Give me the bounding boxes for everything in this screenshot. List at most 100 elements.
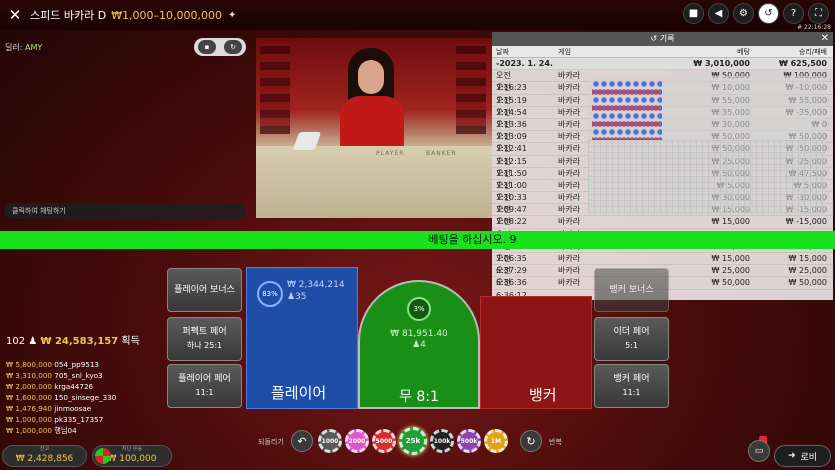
fullscreen-icon[interactable]: ⛶ (808, 3, 829, 24)
history-time: 오전 6:37:29 (496, 254, 527, 276)
chat-icon[interactable]: ▭ (748, 440, 770, 462)
history-bet: ₩ 15,000 (711, 254, 750, 263)
history-result: ₩ 25,000 (788, 266, 827, 276)
history-time: 오전 7:13:09 (496, 119, 527, 142)
history-result: ₩ -15,000 (785, 217, 827, 227)
undo-label: 되돌리기 (258, 438, 284, 446)
history-date: -2023. 1. 24. (496, 59, 553, 68)
video-controls: ▪ ↻ (194, 38, 246, 56)
repeat-label: 반복 (549, 438, 562, 446)
history-time: 오전 7:11:50 (496, 156, 527, 178)
history-row[interactable]: 오전 6:37:29 바카라 ₩ 15,000 ₩ 15,000 (492, 253, 833, 276)
history-time: 오전 7:14:54 (496, 95, 527, 117)
history-panel: ↺ 기록 ✕ 날짜 게임 베팅 승리/패배 -2023. 1. 24. ₩ 3,… (492, 32, 833, 300)
perfect-pair-button[interactable]: 퍼펙트 페어 하나 25:1 (167, 317, 242, 361)
video-window (456, 44, 486, 134)
history-time: 오전 7:12:41 (496, 132, 527, 154)
history-date-result: ₩ 625,500 (778, 59, 827, 68)
winners-list: ₩ 5,800,000 054_pp9513 ₩ 3,310,000 705_sn… (6, 359, 116, 436)
chip-500k[interactable]: 500k (457, 429, 481, 453)
chip-2000[interactable]: 2000 (345, 429, 369, 453)
perfect-pair-odds: 하나 25:1 (186, 341, 223, 350)
lobby-arrow-icon: ➜ (787, 451, 796, 461)
winner-user: 150_sinsege_330 (54, 393, 117, 402)
video-window (260, 44, 290, 134)
history-time: 오전 7:10:33 (496, 180, 527, 203)
either-pair-button[interactable]: 이더 페어 5:1 (594, 317, 669, 361)
banker-pair-button[interactable]: 뱅커 페어 11:1 (594, 364, 669, 408)
winner-entry: ₩ 1,000,000 행님04 (6, 425, 116, 436)
tie-bettor-count: ♟4 (412, 340, 426, 350)
chat-toggle-icon[interactable]: ▪ (198, 40, 216, 54)
lobby-label: 로비 (800, 452, 818, 463)
chip-25k[interactable]: 25k (399, 427, 427, 455)
video-icon[interactable]: ■ (683, 3, 704, 24)
repeat-icon[interactable]: ↻ (520, 430, 542, 452)
history-icon: ↺ (650, 34, 660, 43)
gear-icon[interactable]: ⚙ (733, 3, 754, 24)
history-time: 오전 7:16:23 (496, 71, 527, 93)
history-header: ↺ 기록 ✕ (492, 32, 833, 46)
winner-amount: ₩ 1,000,000 (6, 426, 52, 435)
player-pair-button[interactable]: 플레이어 페어 11:1 (167, 364, 242, 408)
chip-100k[interactable]: 100k (430, 429, 454, 453)
chips-icon (95, 448, 111, 464)
help-icon[interactable]: ? (783, 3, 804, 24)
close-icon[interactable]: ✕ (821, 32, 829, 46)
history-time: 오전 7:07:29 (496, 217, 527, 238)
history-result: ₩ 50,000 (788, 278, 827, 288)
winner-user: pk335_17357 (54, 415, 104, 424)
winner-entry: ₩ 1,600,000 150_sinsege_330 (6, 392, 116, 403)
history-game: 바카라 (558, 217, 581, 227)
clock: # 22:16:28 (797, 24, 831, 31)
player-pair-odds: 11:1 (195, 388, 214, 397)
chip-1M[interactable]: 1M (484, 429, 508, 453)
history-date-row[interactable]: -2023. 1. 24. ₩ 3,010,000 ₩ 625,500 (492, 58, 833, 71)
speaker-icon[interactable]: ◀ (708, 3, 729, 24)
history-columns: 날짜 게임 베팅 승리/패배 (492, 46, 833, 58)
player-bonus-button[interactable]: 플레이어 보너스 (167, 268, 242, 312)
refresh-icon[interactable]: ↻ (224, 40, 242, 54)
winner-entry: ₩ 1,476,940 jinmoosae (6, 403, 116, 414)
history-time: 오전 6:36:12 (496, 278, 527, 299)
felt-banker-text: BANKER (426, 150, 457, 157)
winner-user: 054_pp9513 (54, 360, 100, 369)
player-bet-zone[interactable]: 83% ₩ 2,344,214 ♟35 플레이어 (246, 267, 358, 409)
tie-bet-zone[interactable]: 3% ₩ 81,951.40 ♟4 무 8:1 (358, 280, 480, 409)
history-date-bet: ₩ 3,010,000 (693, 59, 750, 68)
balance-label: 잔고 (39, 446, 50, 452)
banker-bet-zone[interactable]: 뱅커 (480, 296, 592, 409)
pin-icon[interactable]: ✦ (228, 10, 236, 21)
lobby-button[interactable]: ➜ 로비 (774, 445, 831, 467)
banker-label: 뱅커 (529, 386, 557, 404)
banker-bonus-button[interactable]: 뱅커 보너스 (594, 268, 669, 312)
player-percentage: 83% (257, 281, 283, 307)
winner-entry: ₩ 5,800,000 054_pp9513 (6, 359, 116, 370)
player-pair-label: 플레이어 페어 (178, 374, 231, 384)
chat-input[interactable]: 클릭하여 채팅하기 (4, 203, 246, 219)
history-result: ₩ 15,000 (788, 254, 827, 263)
history-time: 오전 7:09:47 (496, 193, 527, 215)
winner-count: 102 (6, 336, 26, 347)
chip-1000[interactable]: 1000 (318, 429, 342, 453)
col-result: 승리/패배 (798, 48, 827, 56)
top-bar: ✕ 스피드 바카라 D ₩1,000–10,000,000 ✦ ■ ◀ ⚙ ↺ … (0, 0, 835, 31)
dealer-face (358, 60, 384, 94)
winner-amount: ₩ 5,800,000 (6, 360, 52, 369)
chip-5000[interactable]: 5000 (372, 429, 396, 453)
history-icon[interactable]: ↺ (758, 3, 779, 24)
dealer-prefix: 딜러: (5, 43, 23, 52)
tie-total-amount: ₩ 81,951.40 (390, 329, 448, 339)
game-title: 스피드 바카라 D (30, 9, 107, 22)
close-icon[interactable]: ✕ (4, 4, 26, 26)
winner-entry: ₩ 2,000,000 krga44726 (6, 381, 116, 392)
person-icon: ♟ (412, 340, 421, 350)
history-time: 오전 6:36:36 (496, 266, 527, 288)
history-time: 오전 7:13:36 (496, 107, 527, 129)
undo-icon[interactable]: ↶ (291, 430, 313, 452)
history-bet: ₩ 15,000 (711, 217, 750, 227)
bet-limits: ₩1,000–10,000,000 (111, 8, 223, 22)
col-game: 게임 (558, 48, 571, 56)
history-row[interactable]: 오전 7:07:29 바카라 ₩ 15,000 ₩ -15,000 (492, 216, 833, 239)
road-map (588, 76, 826, 214)
